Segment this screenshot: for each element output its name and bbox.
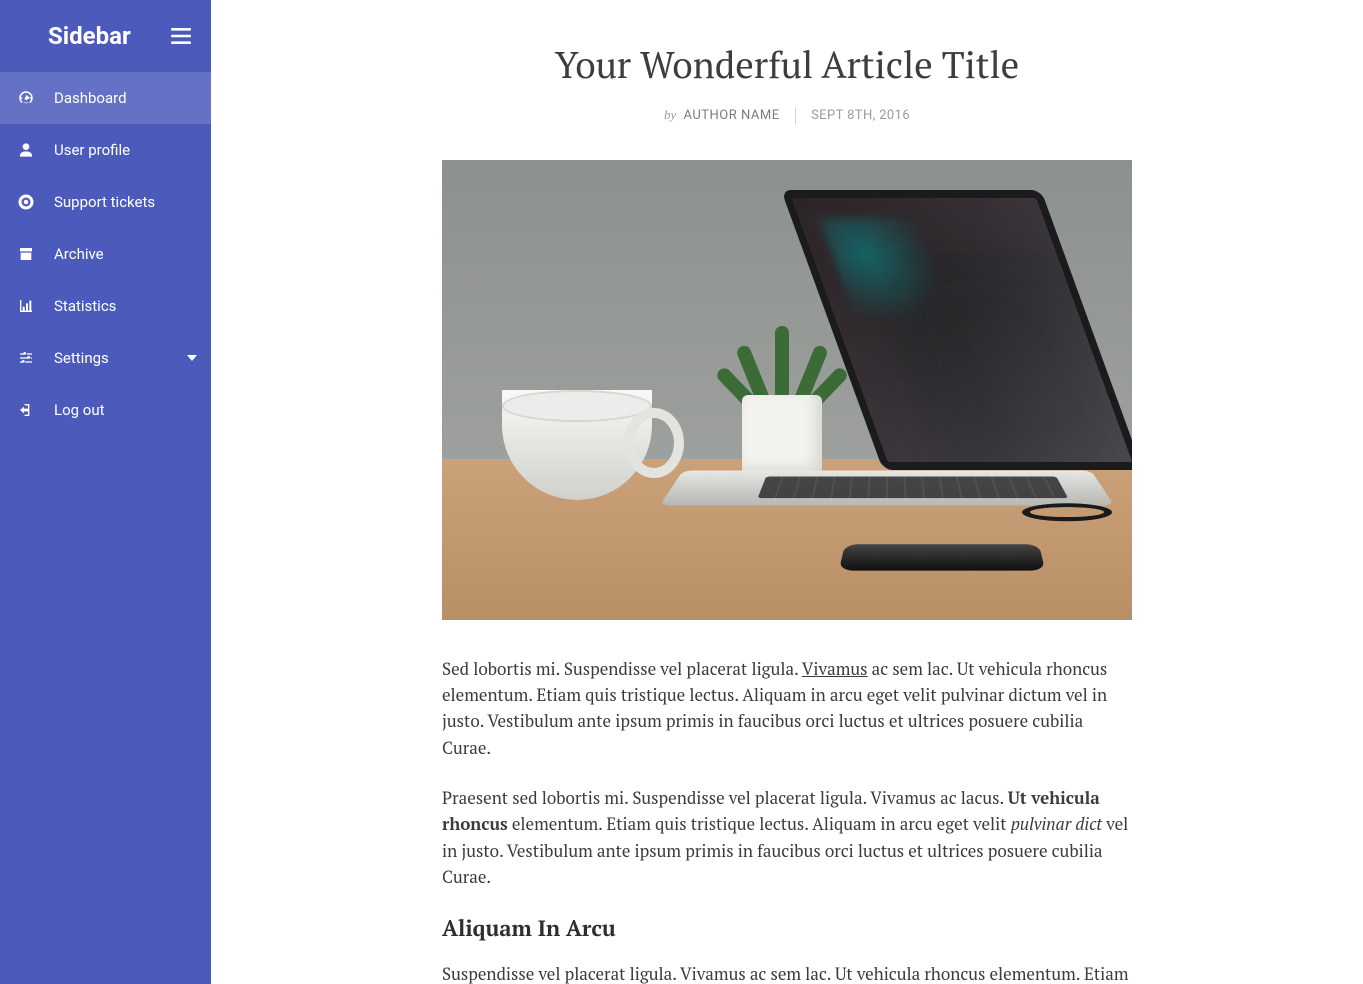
logout-icon	[14, 402, 38, 418]
text-run: Sed lobortis mi. Suspendisse vel placera…	[442, 657, 802, 680]
sidebar-item-label: Support tickets	[54, 193, 197, 211]
sidebar-item-label: Archive	[54, 245, 197, 263]
hamburger-icon	[171, 28, 191, 44]
caret-down-icon	[187, 355, 197, 361]
article-subheading: Aliquam In Arcu	[442, 914, 1132, 943]
article-paragraph: Sed lobortis mi. Suspendisse vel placera…	[442, 656, 1132, 761]
byline-date: SEPT 8TH, 2016	[811, 108, 910, 123]
sidebar-item-label: Dashboard	[54, 89, 197, 107]
sidebar-title: Sidebar	[48, 22, 131, 50]
inline-link[interactable]: Vivamus	[802, 657, 868, 680]
sidebar: Sidebar Dashboard User profile Support t…	[0, 0, 211, 984]
sidebar-item-label: Statistics	[54, 297, 197, 315]
text-italic: pulvinar dict	[1011, 812, 1102, 835]
sidebar-item-settings[interactable]: Settings	[0, 332, 211, 384]
byline-by-label: by	[664, 107, 676, 122]
sidebar-item-label: Settings	[54, 349, 187, 367]
sliders-icon	[14, 350, 38, 366]
archive-icon	[14, 246, 38, 262]
sidebar-item-label: Log out	[54, 401, 197, 419]
article-paragraph: Praesent sed lobortis mi. Suspendisse ve…	[442, 785, 1132, 890]
sidebar-item-label: User profile	[54, 141, 197, 159]
user-icon	[14, 141, 38, 159]
sidebar-item-archive[interactable]: Archive	[0, 228, 211, 280]
article-paragraph: Suspendisse vel placerat ligula. Vivamus…	[442, 961, 1132, 984]
menu-toggle-button[interactable]	[171, 28, 191, 44]
support-icon	[14, 193, 38, 211]
dashboard-icon	[14, 89, 38, 107]
sidebar-item-statistics[interactable]: Statistics	[0, 280, 211, 332]
text-run: Praesent sed lobortis mi. Suspendisse ve…	[442, 786, 1008, 809]
sidebar-item-user-profile[interactable]: User profile	[0, 124, 211, 176]
article-byline: by AUTHOR NAME SEPT 8TH, 2016	[442, 107, 1132, 124]
article-body: Sed lobortis mi. Suspendisse vel placera…	[442, 656, 1132, 984]
text-run: elementum. Etiam quis tristique lectus. …	[508, 812, 1011, 835]
sidebar-nav: Dashboard User profile Support tickets A…	[0, 72, 211, 436]
sidebar-item-log-out[interactable]: Log out	[0, 384, 211, 436]
sidebar-item-support-tickets[interactable]: Support tickets	[0, 176, 211, 228]
sidebar-header: Sidebar	[0, 0, 211, 72]
byline-separator	[795, 108, 796, 124]
article-title: Your Wonderful Article Title	[442, 40, 1132, 89]
byline-author: AUTHOR NAME	[683, 108, 779, 123]
article-container: Your Wonderful Article Title by AUTHOR N…	[442, 40, 1132, 984]
main-content: Your Wonderful Article Title by AUTHOR N…	[211, 0, 1363, 984]
sidebar-item-dashboard[interactable]: Dashboard	[0, 72, 211, 124]
hero-image	[442, 160, 1132, 620]
chart-icon	[14, 298, 38, 314]
